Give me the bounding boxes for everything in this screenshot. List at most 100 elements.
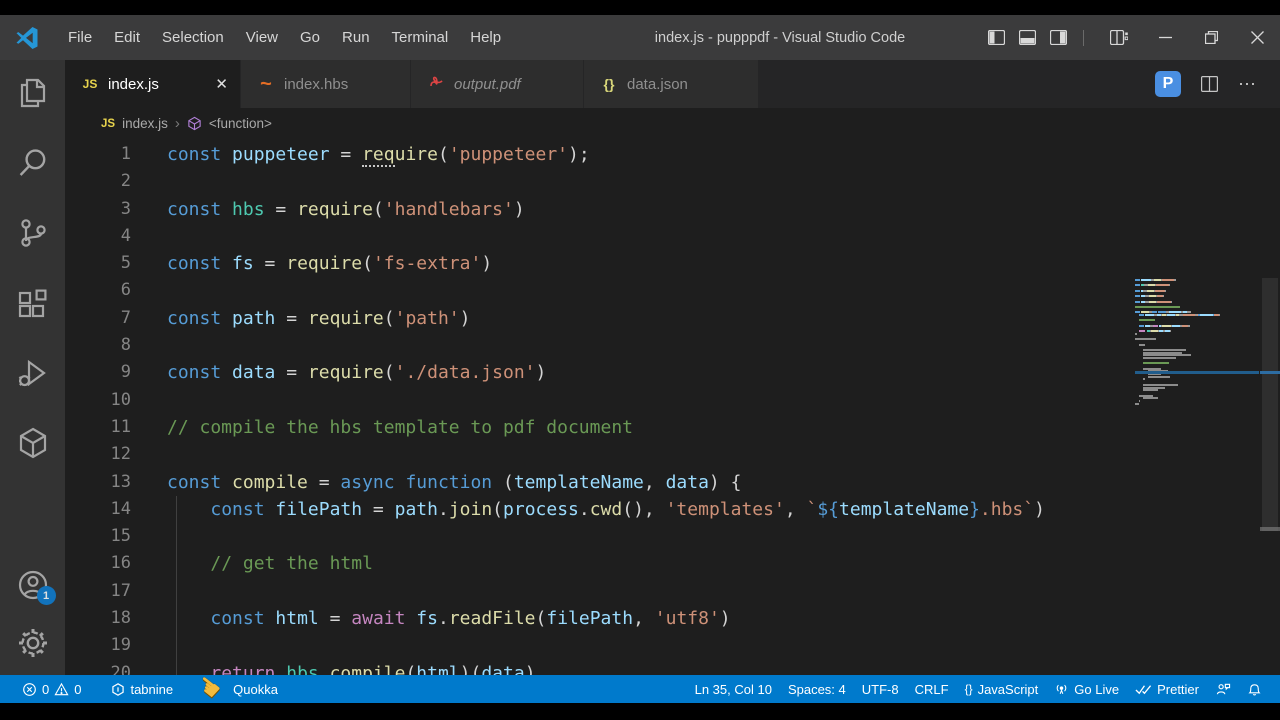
tab-index-js[interactable]: JS index.js ✕ [65, 60, 241, 108]
cursor-position[interactable]: Ln 35, Col 10 [687, 682, 780, 697]
code-line[interactable]: 4 [65, 223, 1280, 250]
search-icon[interactable] [17, 147, 49, 179]
breadcrumb-file[interactable]: index.js [122, 116, 168, 131]
vscode-logo-icon [15, 26, 39, 50]
breadcrumb-symbol[interactable]: <function> [209, 116, 272, 131]
broadcast-icon [1054, 682, 1069, 696]
tab-index-hbs[interactable]: ~ index.hbs [241, 60, 411, 108]
feedback-status[interactable] [1207, 682, 1239, 697]
tab-label: data.json [627, 76, 688, 93]
code-line[interactable]: 16 // get the html [65, 550, 1280, 577]
person-feedback-icon [1215, 682, 1231, 697]
menu-run[interactable]: Run [331, 23, 381, 52]
split-editor-icon[interactable] [1201, 76, 1218, 92]
minimap[interactable] [1135, 279, 1247, 405]
code-line[interactable]: 13const compile = async function (templa… [65, 469, 1280, 496]
eol-status[interactable]: CRLF [907, 682, 957, 697]
line-number: 7 [65, 305, 131, 332]
line-number: 17 [65, 578, 131, 605]
code-line[interactable]: 5const fs = require('fs-extra') [65, 250, 1280, 277]
tab-bar: JS index.js ✕ ~ index.hbs output.pdf {} … [65, 60, 1280, 108]
vertical-scrollbar[interactable] [1260, 278, 1280, 675]
activity-bar: 1 [0, 60, 65, 675]
code-line[interactable]: 20 return hbs.compile(html)(data) [65, 660, 1280, 675]
menu-terminal[interactable]: Terminal [381, 23, 460, 52]
prettier-status[interactable]: Prettier [1127, 682, 1207, 697]
indentation-status[interactable]: Spaces: 4 [780, 682, 854, 697]
tab-label: output.pdf [454, 76, 521, 93]
code-line[interactable]: 11// compile the hbs template to pdf doc… [65, 414, 1280, 441]
line-number: 5 [65, 250, 131, 277]
code-line[interactable]: 7const path = require('path') [65, 305, 1280, 332]
scrollbar-slider[interactable] [1262, 278, 1278, 531]
close-window-button[interactable] [1234, 15, 1280, 60]
line-number: 1 [65, 141, 131, 168]
menu-bar: File Edit Selection View Go Run Terminal… [57, 23, 512, 52]
toggle-sidebar-icon[interactable] [988, 30, 1005, 45]
window-title: index.js - pupppdf - Visual Studio Code [580, 30, 980, 46]
letterbox-bottom [0, 703, 1280, 720]
tab-data-json[interactable]: {} data.json [584, 60, 759, 108]
account-icon[interactable]: 1 [17, 569, 49, 601]
encoding-status[interactable]: UTF-8 [854, 682, 907, 697]
line-number: 19 [65, 632, 131, 659]
tabnine-label: tabnine [130, 682, 173, 697]
warning-count: 0 [74, 682, 81, 697]
line-number: 3 [65, 196, 131, 223]
menu-go[interactable]: Go [289, 23, 331, 52]
tab-output-pdf[interactable]: output.pdf [411, 60, 584, 108]
line-number: 20 [65, 660, 131, 675]
prettier-format-icon[interactable]: P [1155, 71, 1181, 97]
code-line[interactable]: 12 [65, 441, 1280, 468]
problems-status[interactable]: 0 0 [14, 682, 89, 697]
line-number: 11 [65, 414, 131, 441]
more-actions-icon[interactable]: ⋯ [1238, 74, 1258, 95]
menu-file[interactable]: File [57, 23, 103, 52]
close-tab-icon[interactable]: ✕ [197, 75, 228, 93]
code-line[interactable]: 18 const html = await fs.readFile(filePa… [65, 605, 1280, 632]
line-number: 9 [65, 359, 131, 386]
minimap-current-line [1135, 371, 1259, 374]
code-line[interactable]: 19 [65, 632, 1280, 659]
encoding-label: UTF-8 [862, 682, 899, 697]
code-line[interactable]: 9const data = require('./data.json') [65, 359, 1280, 386]
code-editor[interactable]: 1const puppeteer = require('puppeteer');… [65, 139, 1280, 675]
chevron-right-icon: › [175, 115, 180, 132]
menu-edit[interactable]: Edit [103, 23, 151, 52]
quokka-status[interactable]: Quokka [225, 682, 286, 697]
go-live-status[interactable]: Go Live [1046, 682, 1127, 697]
menu-view[interactable]: View [235, 23, 289, 52]
package-hexagon-icon[interactable] [17, 427, 49, 459]
toggle-panel-icon[interactable] [1019, 30, 1036, 45]
error-icon [22, 682, 37, 697]
extensions-icon[interactable] [17, 287, 49, 319]
source-control-icon[interactable] [17, 217, 49, 249]
tabnine-status[interactable]: tabnine [103, 682, 181, 697]
code-line[interactable]: 8 [65, 332, 1280, 359]
code-line[interactable]: 17 [65, 578, 1280, 605]
restore-button[interactable] [1188, 15, 1234, 60]
toggle-secondary-sidebar-icon[interactable] [1050, 30, 1067, 45]
title-bar: File Edit Selection View Go Run Terminal… [0, 15, 1280, 60]
pdf-file-icon [425, 74, 447, 94]
menu-selection[interactable]: Selection [151, 23, 235, 52]
explorer-icon[interactable] [17, 77, 49, 109]
symbol-namespace-icon [187, 116, 202, 131]
notifications-status[interactable] [1239, 682, 1270, 697]
line-number: 14 [65, 496, 131, 523]
code-line[interactable]: 1const puppeteer = require('puppeteer'); [65, 141, 1280, 168]
code-line[interactable]: 14 const filePath = path.join(process.cw… [65, 496, 1280, 523]
code-line[interactable]: 2 [65, 168, 1280, 195]
minimize-button[interactable] [1142, 15, 1188, 60]
language-mode-status[interactable]: {} JavaScript [957, 682, 1047, 697]
customize-layout-icon[interactable] [1110, 30, 1128, 45]
indent-guide [176, 550, 177, 577]
code-line[interactable]: 3const hbs = require('handlebars') [65, 196, 1280, 223]
indent-guide [176, 660, 177, 675]
settings-gear-icon[interactable] [17, 627, 49, 659]
code-line[interactable]: 6 [65, 277, 1280, 304]
code-line[interactable]: 15 [65, 523, 1280, 550]
code-line[interactable]: 10 [65, 387, 1280, 414]
menu-help[interactable]: Help [459, 23, 512, 52]
run-debug-icon[interactable] [17, 357, 49, 389]
